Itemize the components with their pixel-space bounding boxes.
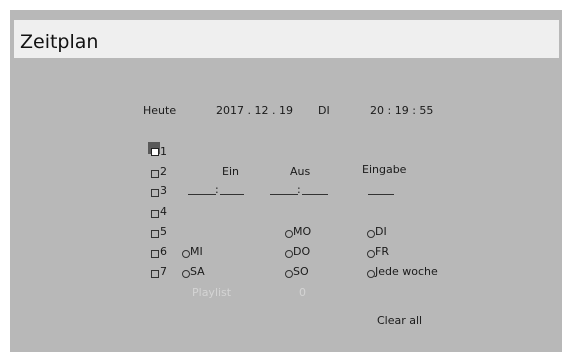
schedule-panel (10, 10, 562, 352)
radio-weekly[interactable] (367, 270, 375, 278)
playlist-label: Playlist (192, 286, 232, 299)
slot-5-checkbox[interactable] (151, 230, 159, 238)
today-date: 2017 . 12 . 19 (216, 104, 293, 117)
day-mi-label[interactable]: MI (190, 245, 203, 258)
slot-3-label[interactable]: 3 (160, 184, 167, 197)
today-label: Heute (143, 104, 177, 117)
day-di-label[interactable]: DI (375, 225, 387, 238)
weekly-label[interactable]: Jede woche (375, 265, 438, 278)
slot-2-checkbox[interactable] (151, 170, 159, 178)
input-source-field[interactable] (368, 194, 394, 195)
off-time-separator: : (297, 183, 301, 196)
radio-sa[interactable] (182, 270, 190, 278)
playlist-value: 0 (299, 286, 306, 299)
off-minute-field[interactable] (302, 194, 328, 195)
slot-4-checkbox[interactable] (151, 210, 159, 218)
day-so-label[interactable]: SO (293, 265, 309, 278)
off-time-header: Aus (290, 165, 311, 178)
on-hour-field[interactable] (188, 194, 216, 195)
radio-di[interactable] (367, 230, 375, 238)
slot-1-checkbox[interactable] (151, 148, 159, 156)
slot-6-label[interactable]: 6 (160, 245, 167, 258)
slot-1-label[interactable]: 1 (160, 145, 167, 158)
day-do-label[interactable]: DO (293, 245, 310, 258)
slot-7-label[interactable]: 7 (160, 265, 167, 278)
slot-2-label[interactable]: 2 (160, 165, 167, 178)
on-time-header: Ein (222, 165, 239, 178)
slot-4-label[interactable]: 4 (160, 205, 167, 218)
input-header: Eingabe (362, 163, 407, 176)
day-mo-label[interactable]: MO (293, 225, 311, 238)
slot-7-checkbox[interactable] (151, 270, 159, 278)
radio-mo[interactable] (285, 230, 293, 238)
radio-so[interactable] (285, 270, 293, 278)
page-title: Zeitplan (20, 31, 99, 53)
slot-3-checkbox[interactable] (151, 189, 159, 197)
clear-all-button[interactable]: Clear all (377, 314, 422, 327)
on-minute-field[interactable] (220, 194, 244, 195)
slot-5-label[interactable]: 5 (160, 225, 167, 238)
on-time-separator: : (215, 183, 219, 196)
day-fr-label[interactable]: FR (375, 245, 389, 258)
today-time: 20 : 19 : 55 (370, 104, 434, 117)
slot-6-checkbox[interactable] (151, 250, 159, 258)
radio-mi[interactable] (182, 250, 190, 258)
day-sa-label[interactable]: SA (190, 265, 205, 278)
radio-do[interactable] (285, 250, 293, 258)
today-weekday: DI (318, 104, 330, 117)
off-hour-field[interactable] (270, 194, 298, 195)
radio-fr[interactable] (367, 250, 375, 258)
